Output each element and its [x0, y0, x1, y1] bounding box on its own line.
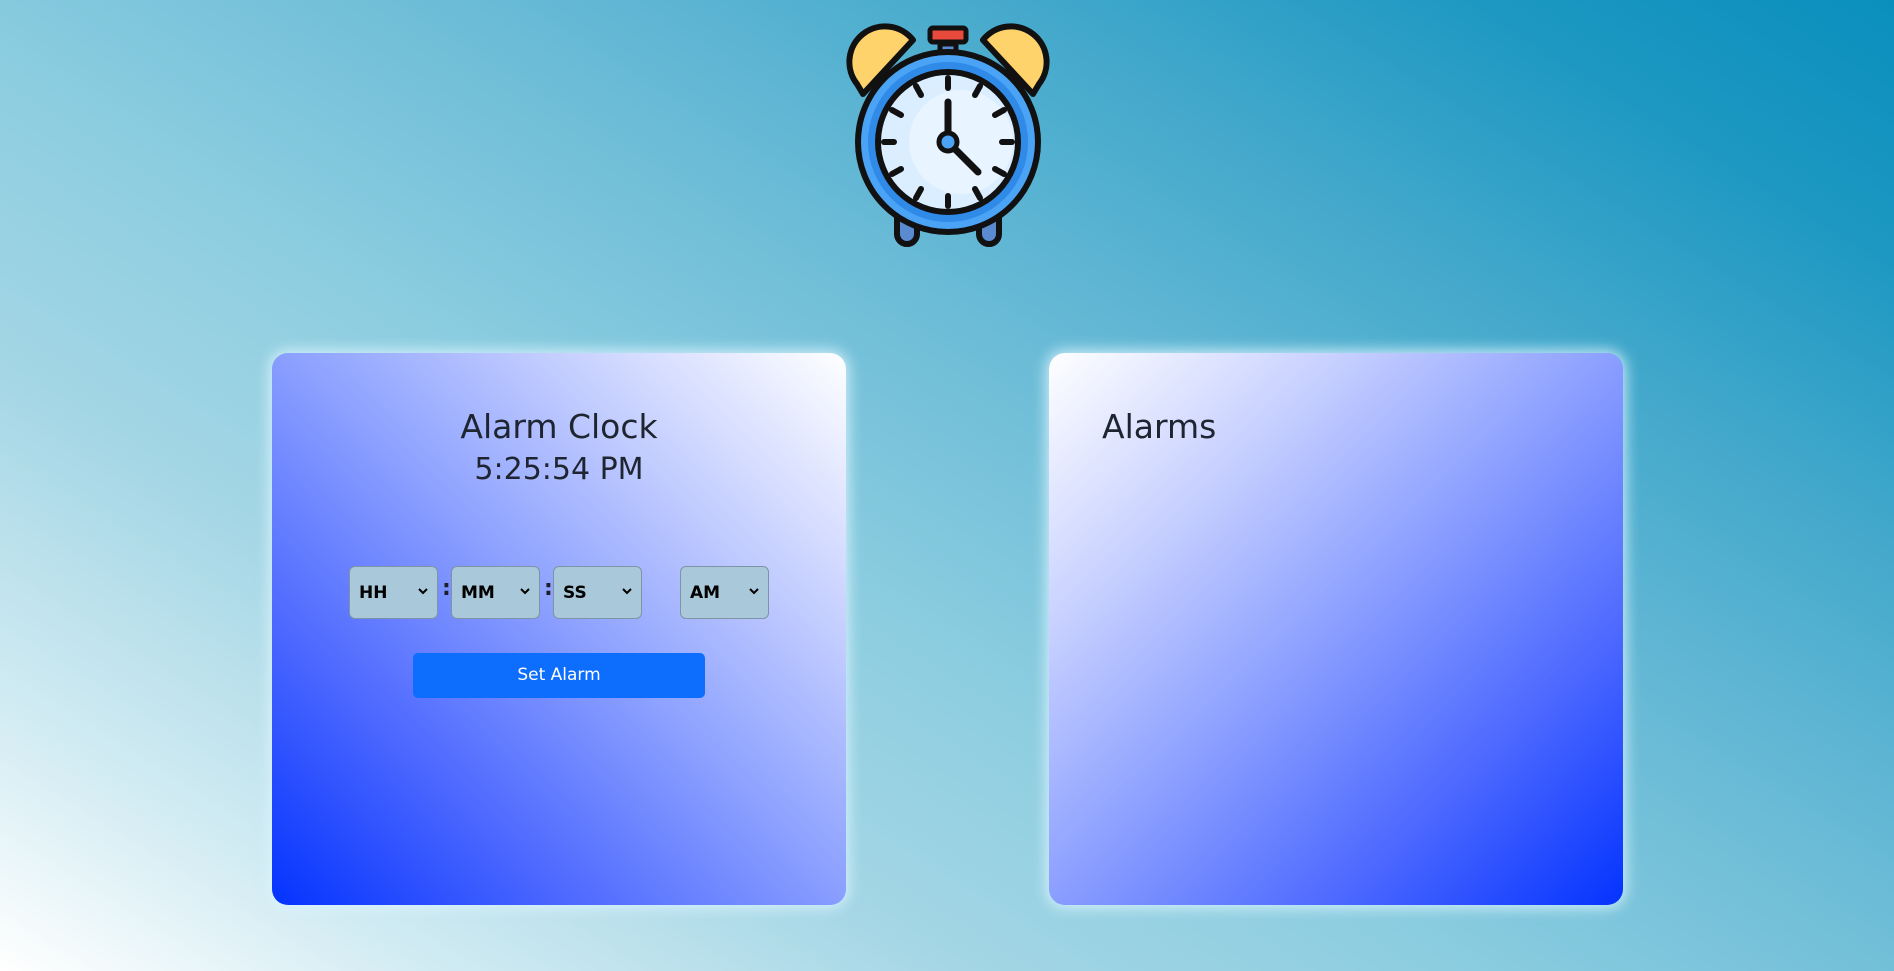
hour-select[interactable]: HH	[349, 566, 438, 619]
set-alarm-button[interactable]: Set Alarm	[413, 653, 705, 698]
time-separator: :	[544, 576, 553, 601]
second-select[interactable]: SS	[553, 566, 642, 619]
alarm-time-picker: HH : MM : SS AM	[272, 566, 846, 622]
minute-select[interactable]: MM	[451, 566, 540, 619]
chevron-down-icon	[749, 588, 759, 595]
alarm-clock-icon	[846, 23, 1050, 247]
current-time: 5:25:54 PM	[474, 452, 644, 487]
chevron-down-icon	[622, 588, 632, 595]
chevron-down-icon	[418, 588, 428, 595]
second-select-value: SS	[563, 583, 587, 603]
chevron-down-icon	[520, 588, 530, 595]
panel-title: Alarm Clock	[460, 407, 658, 446]
minute-select-value: MM	[461, 583, 495, 603]
alarm-clock-panel: Alarm Clock 5:25:54 PM HH : MM : SS AM S…	[272, 353, 846, 905]
time-separator: :	[442, 576, 451, 601]
ampm-select-value: AM	[690, 583, 721, 603]
panel-title: Alarms	[1102, 407, 1217, 446]
hour-select-value: HH	[359, 583, 388, 603]
alarms-panel: Alarms	[1049, 353, 1623, 905]
ampm-select[interactable]: AM	[680, 566, 769, 619]
